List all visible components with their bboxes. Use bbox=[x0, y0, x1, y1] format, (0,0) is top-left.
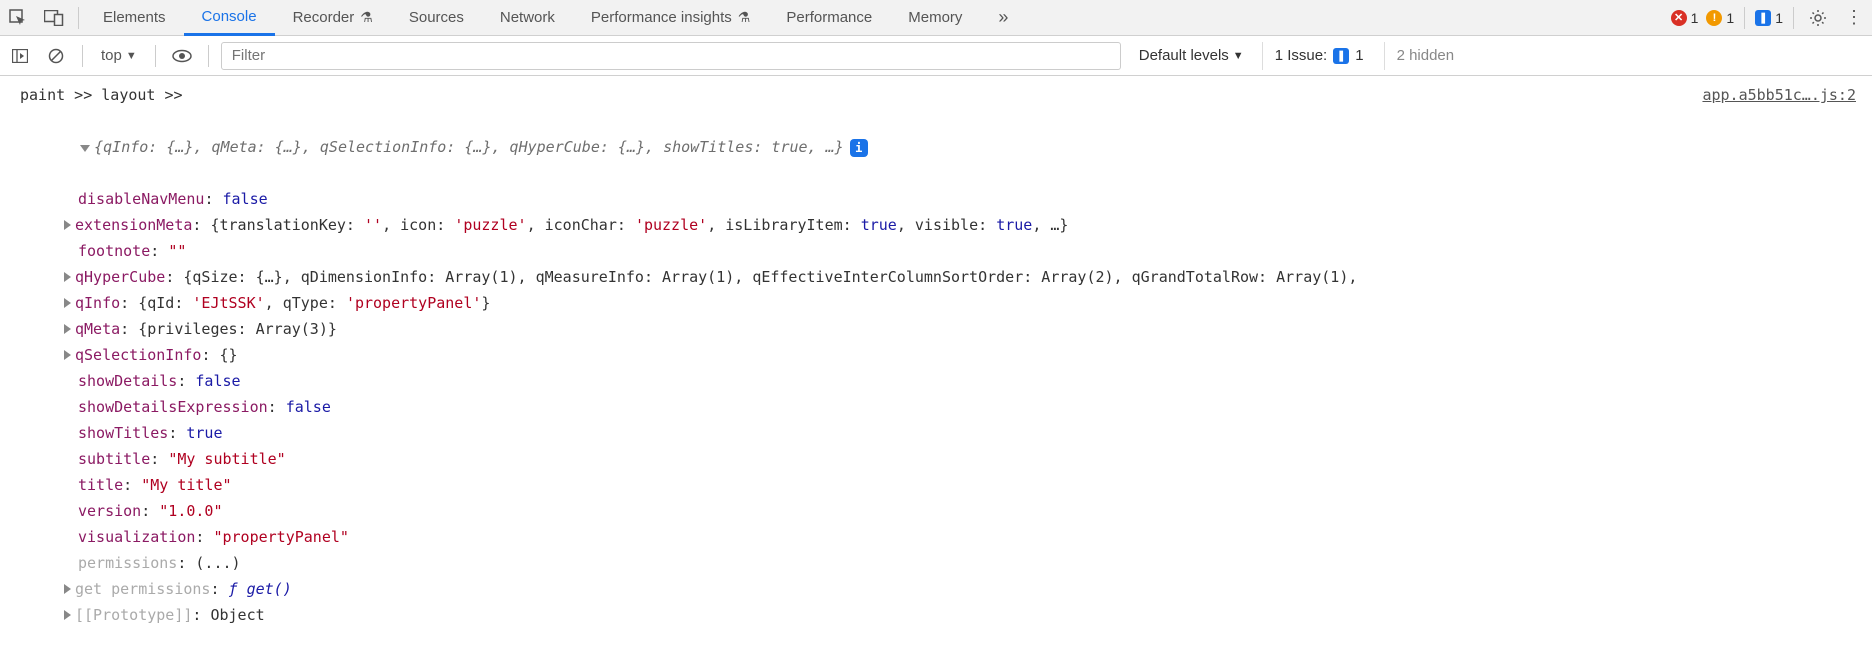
expand-toggle-icon[interactable] bbox=[64, 324, 71, 334]
prop-showDetailsExpression[interactable]: showDetailsExpression: false bbox=[20, 394, 1872, 420]
separator bbox=[208, 45, 209, 67]
hidden-label: 2 hidden bbox=[1397, 47, 1455, 64]
prop-prototype[interactable]: [[Prototype]]: Object bbox=[20, 602, 1872, 628]
expand-toggle-icon[interactable] bbox=[64, 350, 71, 360]
error-icon: ✕ bbox=[1671, 10, 1687, 26]
tab-performance[interactable]: Performance bbox=[768, 0, 890, 36]
prop-visualization[interactable]: visualization: "propertyPanel" bbox=[20, 524, 1872, 550]
object-summary[interactable]: {qInfo: {…}, qMeta: {…}, qSelectionInfo:… bbox=[20, 108, 1872, 186]
console-toolbar: top ▼ Default levels ▼ 1 Issue: ❚ 1 2 hi… bbox=[0, 36, 1872, 76]
flask-icon: ⚗ bbox=[360, 9, 373, 26]
settings-icon[interactable] bbox=[1804, 4, 1832, 32]
source-link[interactable]: app.a5bb51c….js:2 bbox=[1702, 82, 1856, 108]
prop-title[interactable]: title: "My title" bbox=[20, 472, 1872, 498]
separator bbox=[1744, 7, 1745, 29]
expand-toggle-icon[interactable] bbox=[80, 145, 90, 152]
tab-network[interactable]: Network bbox=[482, 0, 573, 36]
levels-label: Default levels bbox=[1139, 47, 1229, 64]
info-icon[interactable]: i bbox=[850, 139, 868, 157]
expand-toggle-icon[interactable] bbox=[64, 610, 71, 620]
live-expression-icon[interactable] bbox=[168, 42, 196, 70]
separator bbox=[1793, 7, 1794, 29]
devtools-tabbar: Elements Console Recorder ⚗ Sources Netw… bbox=[0, 0, 1872, 36]
message-count: 1 bbox=[1775, 10, 1783, 26]
expand-toggle-icon[interactable] bbox=[64, 584, 71, 594]
context-selector[interactable]: top ▼ bbox=[95, 47, 143, 64]
separator bbox=[155, 45, 156, 67]
issue-count: 1 bbox=[1355, 47, 1363, 64]
context-label: top bbox=[101, 47, 122, 64]
expand-toggle-icon[interactable] bbox=[64, 272, 71, 282]
separator bbox=[78, 7, 79, 29]
prop-qMeta[interactable]: qMeta: {privileges: Array(3)} bbox=[20, 316, 1872, 342]
expand-toggle-icon[interactable] bbox=[64, 298, 71, 308]
prop-get-permissions[interactable]: get permissions: ƒ get() bbox=[20, 576, 1872, 602]
hidden-chip[interactable]: 2 hidden bbox=[1384, 42, 1467, 70]
tab-sources[interactable]: Sources bbox=[391, 0, 482, 36]
kebab-menu-icon[interactable]: ⋮ bbox=[1840, 4, 1868, 32]
prop-qHyperCube[interactable]: qHyperCube: {qSize: {…}, qDimensionInfo:… bbox=[20, 264, 1872, 290]
prop-extensionMeta[interactable]: extensionMeta: {translationKey: '', icon… bbox=[20, 212, 1872, 238]
log-levels-selector[interactable]: Default levels ▼ bbox=[1129, 47, 1254, 64]
tab-perfinsights-label: Performance insights bbox=[591, 9, 732, 26]
tab-console[interactable]: Console bbox=[184, 0, 275, 36]
chevron-down-icon: ▼ bbox=[1233, 50, 1244, 62]
chevron-down-icon: ▼ bbox=[126, 50, 137, 62]
issue-label: 1 Issue: bbox=[1275, 47, 1328, 64]
issues-chip[interactable]: 1 Issue: ❚ 1 bbox=[1262, 42, 1376, 70]
prop-qInfo[interactable]: qInfo: {qId: 'EJtSSK', qType: 'propertyP… bbox=[20, 290, 1872, 316]
console-output: paint >> layout >> app.a5bb51c….js:2 {qI… bbox=[0, 76, 1872, 634]
separator bbox=[82, 45, 83, 67]
warning-count: 1 bbox=[1726, 10, 1734, 26]
error-badge[interactable]: ✕ 1 bbox=[1671, 10, 1699, 26]
warning-icon: ! bbox=[1706, 10, 1722, 26]
issue-icon: ❚ bbox=[1333, 48, 1349, 64]
prop-subtitle[interactable]: subtitle: "My subtitle" bbox=[20, 446, 1872, 472]
message-badge[interactable]: ❚ 1 bbox=[1755, 10, 1783, 26]
filter-input[interactable] bbox=[221, 42, 1121, 70]
error-count: 1 bbox=[1691, 10, 1699, 26]
tab-more[interactable]: » bbox=[980, 0, 1026, 36]
clear-console-icon[interactable] bbox=[42, 42, 70, 70]
log-prefix: paint >> layout >> bbox=[20, 82, 183, 108]
toggle-sidebar-icon[interactable] bbox=[6, 42, 34, 70]
tab-elements[interactable]: Elements bbox=[85, 0, 184, 36]
warning-badge[interactable]: ! 1 bbox=[1706, 10, 1734, 26]
tab-recorder-label: Recorder bbox=[293, 9, 355, 26]
device-toggle-icon[interactable] bbox=[40, 4, 68, 32]
inspect-icon[interactable] bbox=[4, 4, 32, 32]
prop-permissions[interactable]: permissions: (...) bbox=[20, 550, 1872, 576]
tab-recorder[interactable]: Recorder ⚗ bbox=[275, 0, 391, 36]
flask-icon: ⚗ bbox=[738, 9, 751, 26]
expand-toggle-icon[interactable] bbox=[64, 220, 71, 230]
tab-performance-insights[interactable]: Performance insights ⚗ bbox=[573, 0, 768, 36]
prop-disableNavMenu[interactable]: disableNavMenu: false bbox=[20, 186, 1872, 212]
prop-footnote[interactable]: footnote: "" bbox=[20, 238, 1872, 264]
message-icon: ❚ bbox=[1755, 10, 1771, 26]
prop-showDetails[interactable]: showDetails: false bbox=[20, 368, 1872, 394]
prop-qSelectionInfo[interactable]: qSelectionInfo: {} bbox=[20, 342, 1872, 368]
tab-memory[interactable]: Memory bbox=[890, 0, 980, 36]
prop-version[interactable]: version: "1.0.0" bbox=[20, 498, 1872, 524]
prop-showTitles[interactable]: showTitles: true bbox=[20, 420, 1872, 446]
